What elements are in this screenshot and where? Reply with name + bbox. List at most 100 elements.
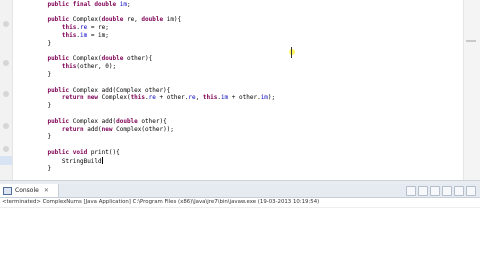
code-line[interactable]: public final double im; [33,1,275,9]
code-token: } [47,39,52,47]
code-line[interactable]: this(other, 0); [33,63,275,71]
console-status-text: <terminated> ComplexNums [Java Applicati… [2,199,320,205]
code-keyword: double [116,117,142,125]
code-line[interactable]: StringBuild [33,156,275,165]
code-token: } [47,70,52,78]
code-line[interactable]: this.re = re; [33,24,275,32]
code-token: ; [126,0,131,8]
code-token: } [47,164,52,172]
code-line[interactable]: public Complex add(double other){ [33,118,275,126]
code-token: im){ [166,16,182,24]
code-line[interactable]: return add(new Complex(other)); [33,126,275,134]
code-field: re [148,94,156,102]
overview-ruler[interactable] [463,0,480,180]
code-keyword: public [47,117,73,125]
code-token: re, [126,16,142,24]
code-keyword: public void [47,148,91,156]
code-line[interactable] [33,141,275,149]
override-marker-icon [3,91,9,97]
code-keyword: this [61,24,77,32]
code-token: ); [267,94,276,102]
code-keyword: public [47,86,73,94]
code-token: } [47,102,52,110]
console-icon [3,186,12,195]
code-token: Complex add( [72,117,117,125]
code-keyword: public [47,16,73,24]
code-line[interactable]: } [33,102,275,110]
pin-icon[interactable] [442,186,452,196]
code-line[interactable]: return new Complex(this.re + other.re, t… [33,94,275,102]
code-keyword: public [47,55,73,63]
code-token: } [47,133,52,141]
text-caret [101,156,103,164]
code-line[interactable]: public void print(){ [33,149,275,157]
code-line[interactable]: } [33,71,275,79]
code-token: Complex( [72,55,102,63]
code-line[interactable]: public Complex(double re, double im){ [33,16,275,24]
console-output[interactable] [0,207,480,271]
code-token: = re; [87,24,109,32]
code-token: Complex( [72,16,102,24]
code-line[interactable]: } [33,40,275,48]
minimize-icon[interactable] [454,186,464,196]
code-token: add( [87,125,102,133]
console-toolbar [406,186,476,196]
code-line[interactable]: } [33,133,275,141]
code-keyword: return [61,125,88,133]
close-icon[interactable]: ✕ [44,187,49,194]
code-editor[interactable]: public final double re; public final dou… [0,0,480,180]
source-code[interactable]: public final double re; public final dou… [33,0,275,172]
mouse-cursor [288,47,296,59]
code-line[interactable]: } [33,165,275,173]
code-token: (other, 0); [76,63,117,71]
code-line[interactable] [33,48,275,56]
code-keyword: public final double [47,0,120,8]
code-token: , [195,94,203,102]
code-token: other){ [126,55,153,63]
code-keyword: double [101,55,127,63]
maximize-icon[interactable] [466,186,476,196]
code-line[interactable] [33,79,275,87]
code-field: re [188,94,196,102]
code-token: + other. [228,94,261,102]
clear-icon[interactable] [430,186,440,196]
code-token: Complex( [101,94,131,102]
code-line[interactable]: public Complex(double other){ [33,55,275,63]
code-token: Complex add(Complex other){ [72,86,171,94]
code-token: StringBuild [61,157,102,165]
editor-gutter[interactable] [0,0,13,180]
override-marker-icon [3,146,9,152]
code-line[interactable] [33,9,275,17]
code-field: im [119,0,127,8]
terminate-icon[interactable] [406,186,416,196]
code-keyword: this [61,63,77,71]
console-status-line: <terminated> ComplexNums [Java Applicati… [0,198,480,207]
code-keyword: this [61,31,77,39]
tab-console-label: Console [15,187,39,194]
code-token: print(){ [90,148,120,156]
console-tab-bar: Console ✕ [0,184,480,198]
code-field: im [260,94,268,102]
code-line[interactable]: public Complex add(Complex other){ [33,87,275,95]
code-keyword: double [141,16,167,24]
overview-ruler-marker[interactable] [466,40,476,42]
code-token: other){ [141,117,167,125]
code-token: Complex(other)); [116,125,174,133]
code-line[interactable] [33,110,275,118]
code-keyword: this [202,94,218,102]
remove-icon[interactable] [418,186,428,196]
code-keyword: return new [61,94,102,102]
code-keyword: new [101,125,117,133]
current-line-marker [0,156,12,165]
cursor-highlight [289,49,295,55]
code-token: = im; [87,31,109,39]
override-marker-icon [3,123,9,129]
code-token: + other. [155,94,189,102]
override-marker-icon [3,21,9,27]
code-keyword: this [130,94,146,102]
code-line[interactable]: this.im = im; [33,32,275,40]
code-keyword: double [101,16,127,24]
text-cursor-icon [291,47,292,58]
tab-console[interactable]: Console ✕ [0,184,59,197]
override-marker-icon [3,60,9,66]
